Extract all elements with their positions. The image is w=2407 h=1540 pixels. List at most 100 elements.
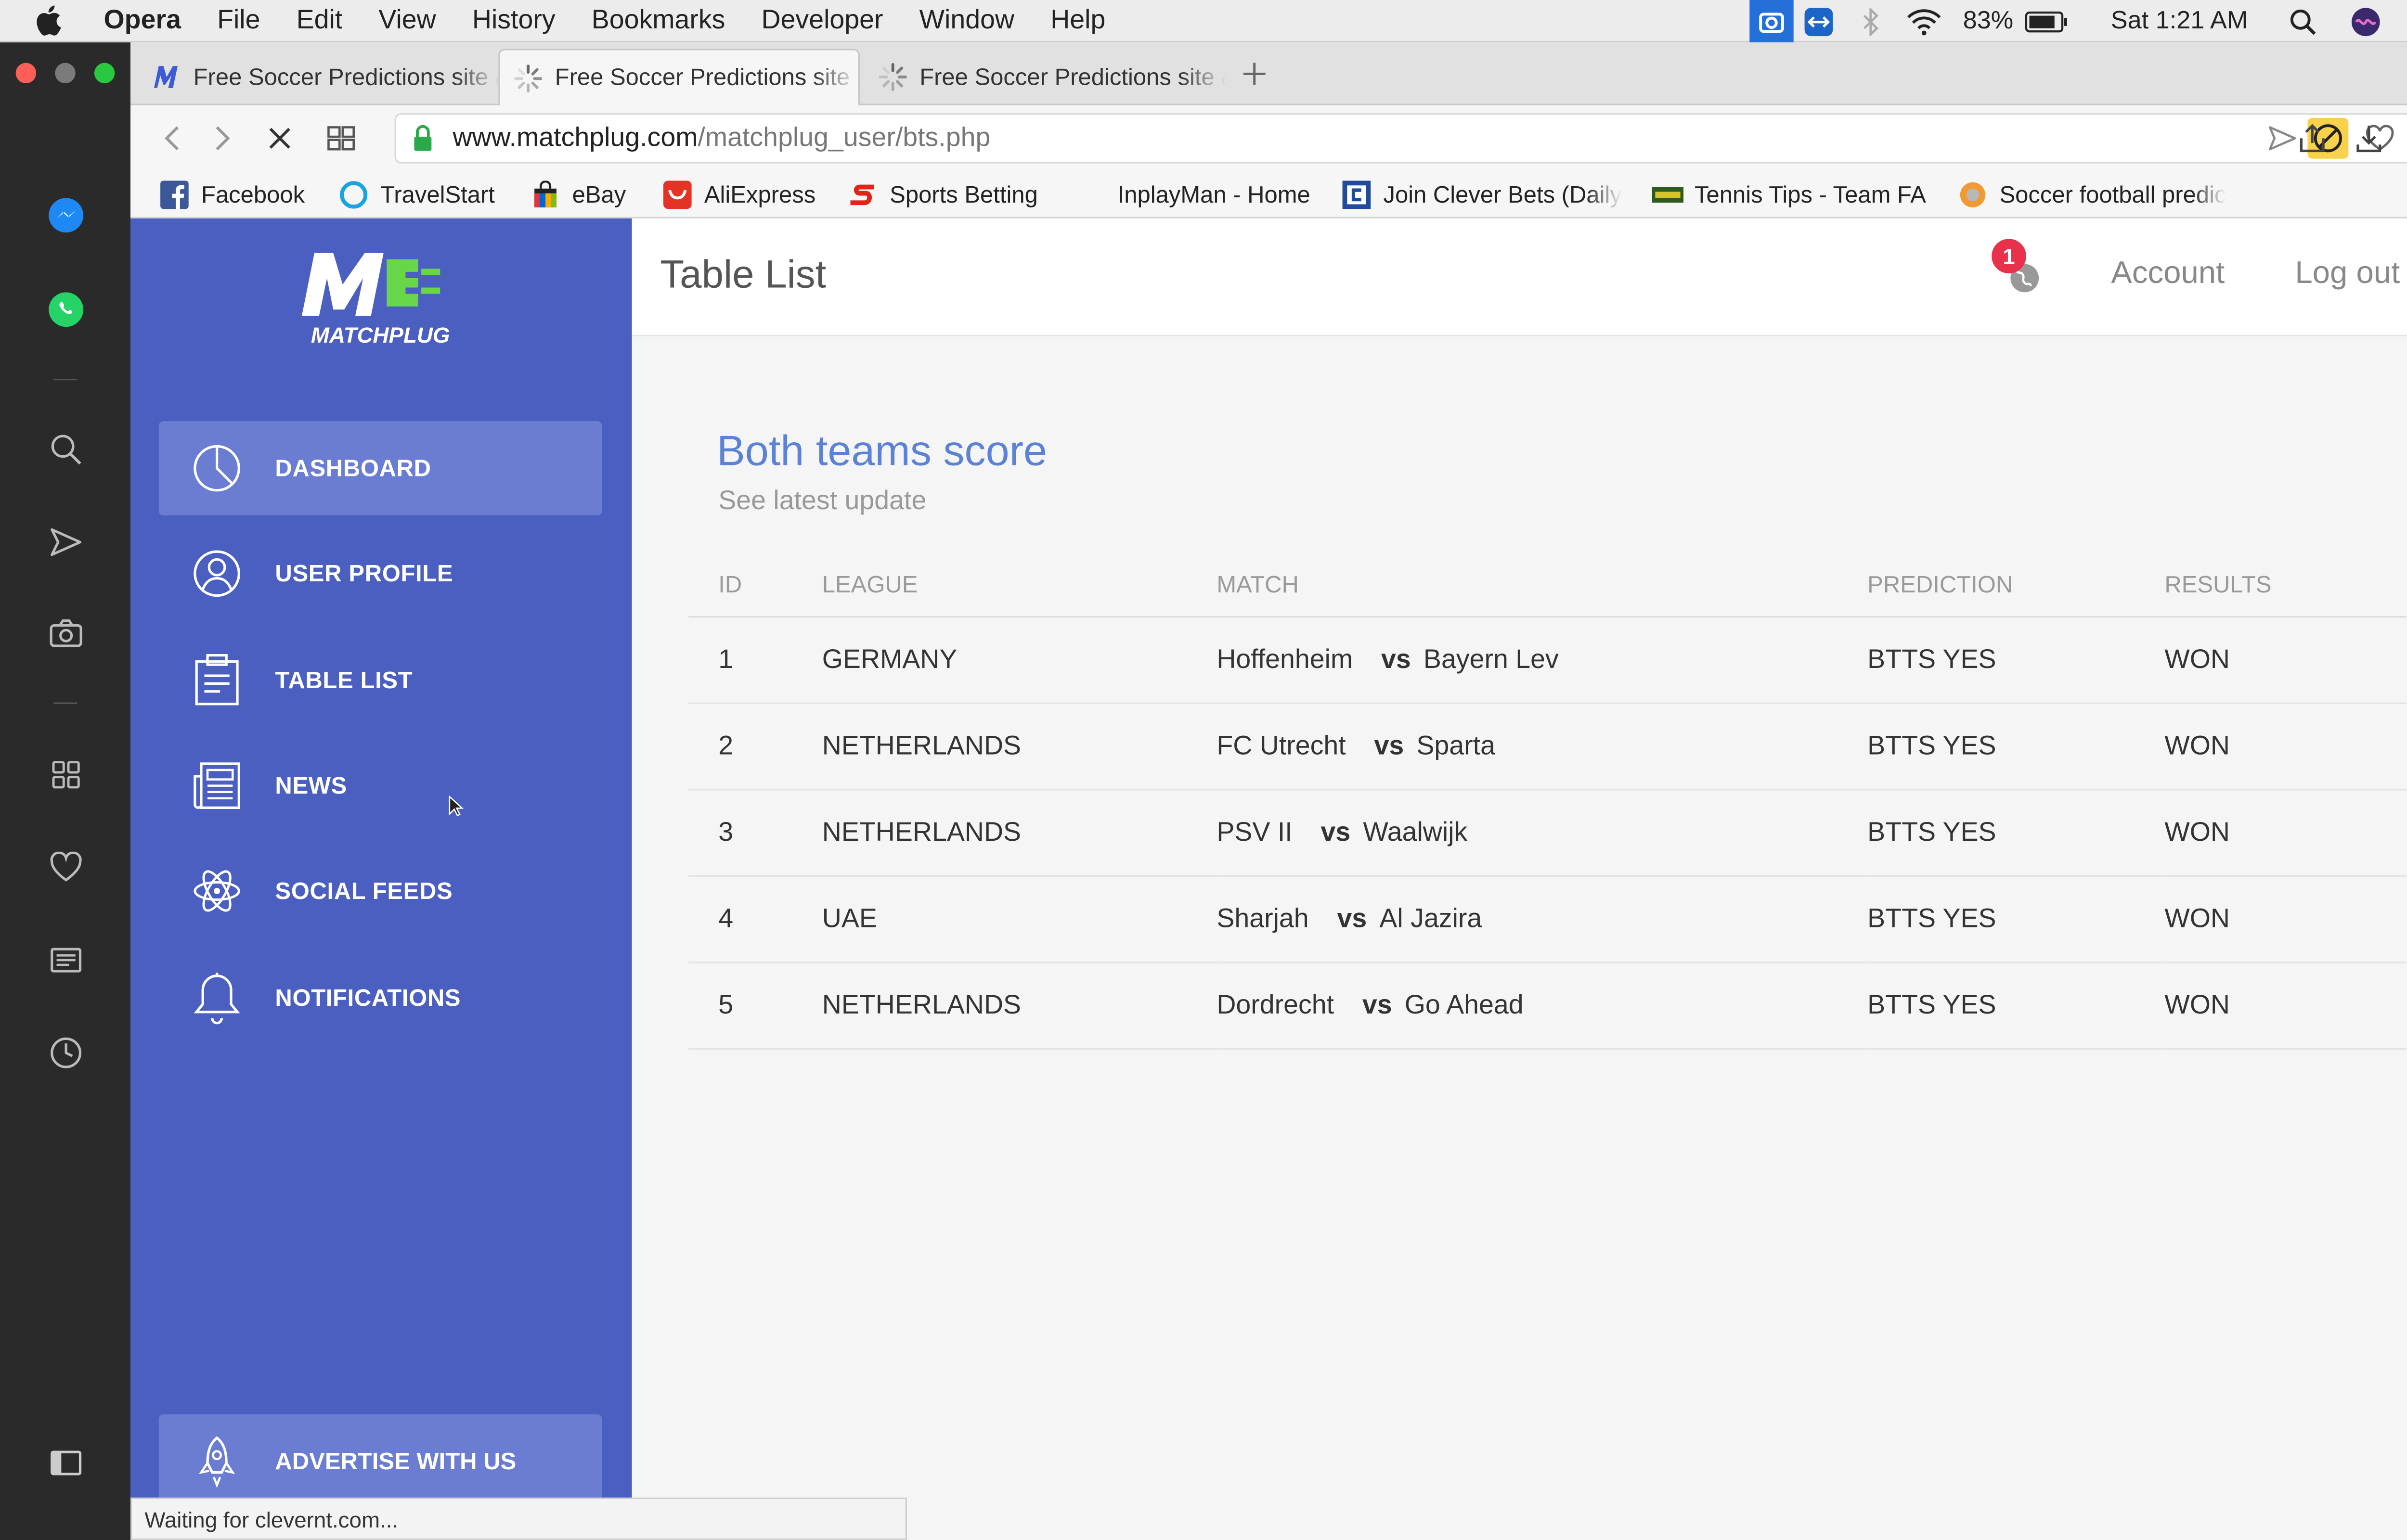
nav-social-feeds[interactable]: SOCIAL FEEDS bbox=[159, 844, 602, 938]
menu-window[interactable]: Window bbox=[919, 5, 1014, 36]
home-team: Hoffenheim bbox=[1216, 643, 1353, 674]
bookmark-aliexpress[interactable]: AliExpress bbox=[662, 178, 815, 212]
spotlight-search-icon[interactable] bbox=[2286, 0, 2320, 42]
bookmark-facebook[interactable]: Facebook bbox=[159, 178, 305, 212]
send-icon[interactable] bbox=[46, 522, 87, 563]
bookmark-label: Soccer football predic bbox=[1999, 181, 2226, 208]
advertise-with-us-button[interactable]: ADVERTISE WITH US bbox=[158, 1414, 602, 1509]
bookmark-label: TravelStart bbox=[380, 181, 495, 208]
history-clock-icon[interactable] bbox=[46, 1032, 87, 1073]
nav-notifications[interactable]: NOTIFICATIONS bbox=[159, 951, 602, 1045]
forward-chevron-icon[interactable] bbox=[201, 118, 242, 159]
bookmark-inplayman[interactable]: InplayMan - Home bbox=[1118, 178, 1310, 212]
ebay-bag-icon bbox=[530, 179, 561, 210]
news-icon[interactable] bbox=[46, 940, 87, 981]
share-icon[interactable] bbox=[2292, 118, 2333, 159]
heart-icon[interactable] bbox=[46, 847, 87, 888]
tab-title: Free Soccer Predictions site & bbox=[919, 64, 1226, 90]
nav-label: NOTIFICATIONS bbox=[275, 984, 461, 1012]
opera-sidebar bbox=[0, 42, 131, 1540]
bookmark-soccer-predictions[interactable]: Soccer football predic bbox=[1957, 178, 2226, 212]
bookmark-ebay[interactable]: eBay bbox=[530, 178, 626, 212]
screen-capture-icon[interactable] bbox=[1749, 0, 1794, 43]
apple-icon[interactable] bbox=[35, 5, 76, 36]
nav-user-profile[interactable]: USER PROFILE bbox=[159, 526, 602, 621]
notification-badge[interactable]: 1 bbox=[1992, 239, 2026, 274]
tab-2[interactable]: Free Soccer Predictions site & bbox=[498, 49, 860, 105]
bookmark-tennis-tips[interactable]: Tennis Tips - Team FA bbox=[1652, 178, 1926, 212]
cell-result: WON bbox=[2164, 875, 2407, 962]
whatsapp-icon[interactable] bbox=[46, 289, 87, 330]
download-icon[interactable] bbox=[2348, 118, 2389, 159]
bookmark-clever-bets[interactable]: Join Clever Bets (Daily bbox=[1341, 178, 1622, 212]
account-link[interactable]: Account bbox=[2111, 256, 2225, 292]
logout-link[interactable]: Log out bbox=[2295, 256, 2400, 292]
cell-league: GERMANY bbox=[822, 616, 1217, 704]
battery-icon[interactable] bbox=[2023, 0, 2070, 42]
cell-id: 1 bbox=[688, 616, 822, 704]
sports-betting-icon bbox=[847, 179, 879, 210]
cell-league: NETHERLANDS bbox=[822, 962, 1217, 1049]
speed-dial-icon[interactable] bbox=[46, 754, 87, 795]
nav-news[interactable]: NEWS bbox=[159, 739, 602, 833]
page-title: Table List bbox=[660, 253, 827, 297]
tab-grid-icon[interactable] bbox=[321, 118, 362, 159]
newspaper-icon bbox=[190, 759, 244, 812]
close-window-button[interactable] bbox=[15, 63, 37, 84]
siri-icon[interactable] bbox=[2348, 0, 2383, 42]
facebook-icon bbox=[159, 179, 190, 210]
tennis-tips-icon bbox=[1652, 179, 1684, 210]
nav-table-list[interactable]: TABLE LIST bbox=[159, 633, 602, 728]
messenger-icon[interactable] bbox=[46, 195, 87, 236]
cell-id: 5 bbox=[688, 962, 822, 1049]
bookmark-label: eBay bbox=[572, 181, 626, 208]
notification-center-icon[interactable] bbox=[2405, 0, 2407, 42]
menu-clock[interactable]: Sat 1:21 AM bbox=[2111, 7, 2248, 36]
zoom-window-button[interactable] bbox=[94, 63, 115, 84]
sidebar-toggle-icon[interactable] bbox=[46, 1443, 87, 1484]
bluetooth-icon[interactable] bbox=[1856, 0, 1885, 42]
new-tab-plus-icon[interactable] bbox=[1236, 55, 1273, 92]
bookmark-travelstart[interactable]: TravelStart bbox=[338, 178, 495, 212]
secure-lock-icon[interactable] bbox=[412, 124, 434, 153]
matchplug-logo[interactable]: MATCHPLUG bbox=[292, 247, 468, 351]
screen: Opera File Edit View History Bookmarks D… bbox=[0, 0, 2407, 1540]
user-icon bbox=[190, 547, 244, 600]
minimize-window-button[interactable] bbox=[55, 63, 76, 84]
column-header-results: RESULTS bbox=[2164, 556, 2407, 617]
search-icon[interactable] bbox=[46, 429, 87, 470]
camera-icon[interactable] bbox=[46, 613, 87, 654]
cell-prediction: BTTS YES bbox=[1867, 789, 2165, 876]
cell-id: 3 bbox=[688, 789, 822, 876]
cell-prediction: BTTS YES bbox=[1867, 875, 2165, 962]
address-bar[interactable]: www.matchplug.com/matchplug_user/bts.php bbox=[394, 113, 2407, 164]
away-team: Al Jazira bbox=[1379, 902, 1482, 933]
nav-dashboard[interactable]: DASHBOARD bbox=[158, 421, 602, 516]
menu-view[interactable]: View bbox=[378, 5, 436, 36]
cell-prediction: BTTS YES bbox=[1867, 616, 2165, 704]
nav-label: SOCIAL FEEDS bbox=[275, 877, 453, 905]
menu-edit[interactable]: Edit bbox=[297, 5, 343, 36]
menu-history[interactable]: History bbox=[472, 5, 556, 36]
menu-bookmarks[interactable]: Bookmarks bbox=[592, 5, 725, 36]
wifi-icon[interactable] bbox=[1903, 0, 1944, 42]
cell-result: WON bbox=[2164, 616, 2407, 704]
menu-file[interactable]: File bbox=[217, 5, 260, 36]
teamviewer-icon[interactable] bbox=[1799, 0, 1837, 42]
clipboard-icon bbox=[190, 654, 244, 707]
status-bar: Waiting for clevernt.com... bbox=[130, 1497, 907, 1540]
stop-loading-x-icon[interactable] bbox=[259, 118, 300, 159]
menu-developer[interactable]: Developer bbox=[761, 5, 883, 36]
logo-wordmark: MATCHPLUG bbox=[311, 323, 450, 347]
tab-1[interactable]: Free Soccer Predictions site & bbox=[138, 49, 500, 105]
bookmark-label: InplayMan - Home bbox=[1117, 181, 1310, 208]
sidebar-separator bbox=[53, 702, 77, 704]
bookmark-sports-betting[interactable]: Sports Betting bbox=[847, 178, 1038, 212]
advertise-label: ADVERTISE WITH US bbox=[275, 1448, 517, 1475]
tab-3[interactable]: Free Soccer Predictions site & bbox=[865, 49, 1226, 105]
menu-help[interactable]: Help bbox=[1050, 5, 1105, 36]
menu-app-name[interactable]: Opera bbox=[104, 5, 181, 36]
back-chevron-icon[interactable] bbox=[153, 118, 194, 159]
table-row: 3 NETHERLANDS PSV II vs Waalwijk BTTS YES … bbox=[688, 789, 2407, 876]
cell-result: WON bbox=[2164, 702, 2407, 790]
